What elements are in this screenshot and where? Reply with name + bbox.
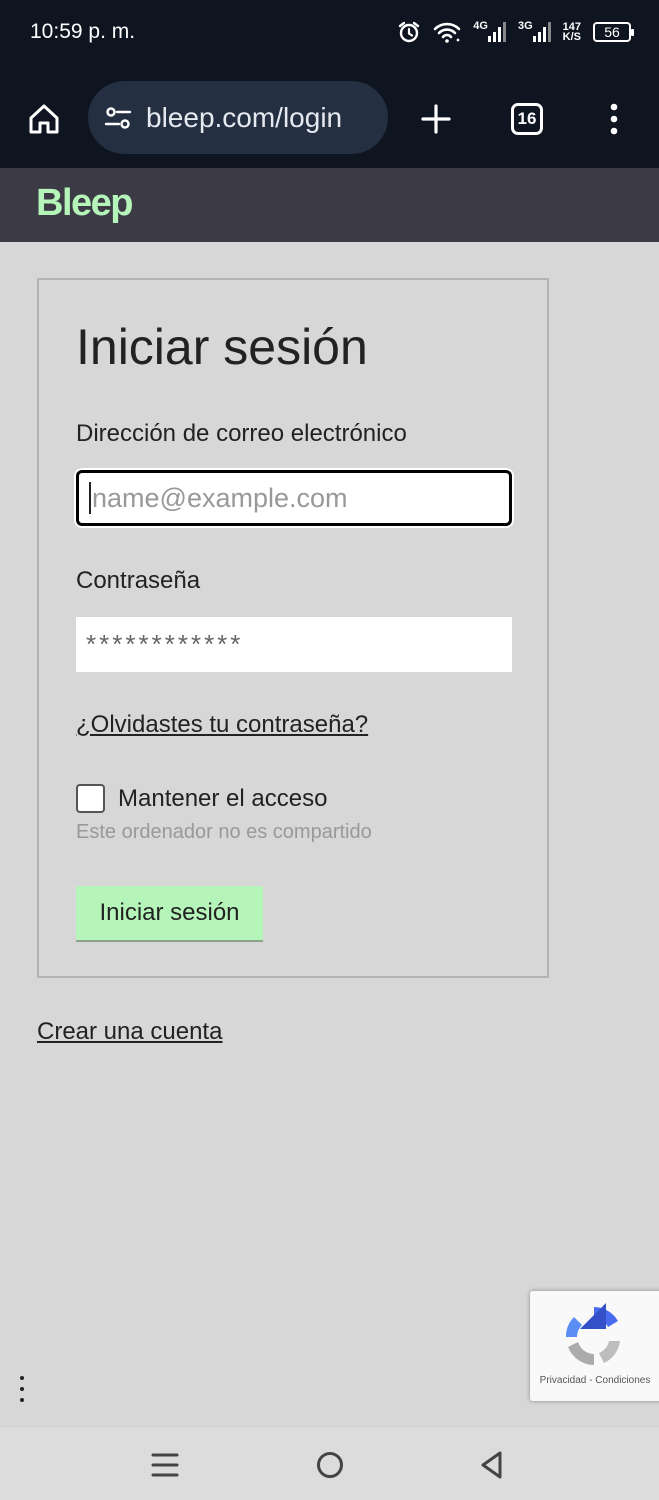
password-field[interactable]: ************	[76, 617, 512, 672]
page-overflow-menu-icon[interactable]	[14, 1376, 30, 1402]
network-speed: 147 K/S	[562, 22, 581, 43]
status-bar: 10:59 p. m. 4G 3G 147 K/S 56	[0, 0, 659, 68]
create-account-link[interactable]: Crear una cuenta	[37, 1018, 222, 1046]
email-label: Dirección de correo electrónico	[76, 420, 407, 447]
back-triangle-icon	[481, 1451, 502, 1479]
battery-level: 56	[604, 24, 620, 40]
network-1-label: 4G	[473, 19, 488, 32]
browser-toolbar: bleep.com/login 16	[0, 68, 659, 168]
wifi-icon	[433, 20, 461, 44]
system-navigation-bar	[0, 1426, 659, 1500]
address-bar[interactable]: bleep.com/login	[88, 81, 388, 154]
speed-unit: K/S	[562, 31, 581, 43]
remember-me-label[interactable]: Mantener el acceso	[118, 785, 327, 813]
password-label: Contraseña	[76, 567, 201, 594]
email-field[interactable]: name@example.com	[76, 470, 512, 526]
text-caret	[89, 482, 91, 514]
recent-apps-button[interactable]	[143, 1443, 187, 1487]
circle-home-icon	[317, 1452, 343, 1478]
url-text[interactable]: bleep.com/login	[146, 102, 342, 134]
forgot-password-link[interactable]: ¿Olvidastes tu contraseña?	[76, 711, 368, 739]
menu-lines-icon	[151, 1453, 179, 1477]
site-header: Bleep	[0, 168, 659, 242]
home-icon	[29, 104, 59, 134]
signal-3g-icon: 3G	[517, 19, 551, 42]
recaptcha-privacy-link[interactable]: Privacidad	[540, 1375, 587, 1386]
page-title: Iniciar sesión	[76, 319, 368, 375]
email-placeholder: name@example.com	[92, 482, 348, 513]
status-icons: 4G 3G 147 K/S 56	[397, 19, 634, 44]
bleep-logo[interactable]: Bleep	[36, 182, 133, 225]
plus-icon	[421, 104, 451, 134]
tab-switcher-button[interactable]: 16	[503, 95, 551, 143]
home-nav-button[interactable]	[308, 1443, 352, 1487]
new-tab-button[interactable]	[412, 95, 460, 143]
login-card: Iniciar sesión Dirección de correo elect…	[37, 278, 549, 978]
browser-menu-button[interactable]	[592, 95, 636, 143]
recaptcha-icon	[558, 1301, 630, 1376]
signal-4g-icon: 4G	[473, 19, 506, 42]
recaptcha-badge[interactable]: Privacidad - Condiciones	[530, 1291, 659, 1401]
site-settings-icon[interactable]	[102, 102, 134, 134]
status-time: 10:59 p. m.	[30, 20, 136, 43]
recaptcha-separator: -	[589, 1375, 593, 1386]
battery-icon: 56	[593, 22, 634, 42]
more-vertical-icon	[610, 103, 618, 135]
recaptcha-links: Privacidad - Condiciones	[530, 1375, 659, 1386]
back-nav-button[interactable]	[470, 1443, 514, 1487]
alarm-icon	[397, 20, 421, 44]
remember-me-row[interactable]: Mantener el acceso	[76, 784, 327, 813]
remember-me-hint: Este ordenador no es compartido	[76, 821, 372, 843]
recaptcha-terms-link[interactable]: Condiciones	[595, 1375, 650, 1386]
login-submit-button[interactable]: Iniciar sesión	[76, 886, 263, 942]
tab-count: 16	[511, 103, 543, 135]
network-2-label: 3G	[517, 19, 533, 32]
home-button[interactable]	[20, 95, 68, 143]
remember-me-checkbox[interactable]	[76, 784, 105, 813]
password-value: ************	[86, 629, 244, 659]
